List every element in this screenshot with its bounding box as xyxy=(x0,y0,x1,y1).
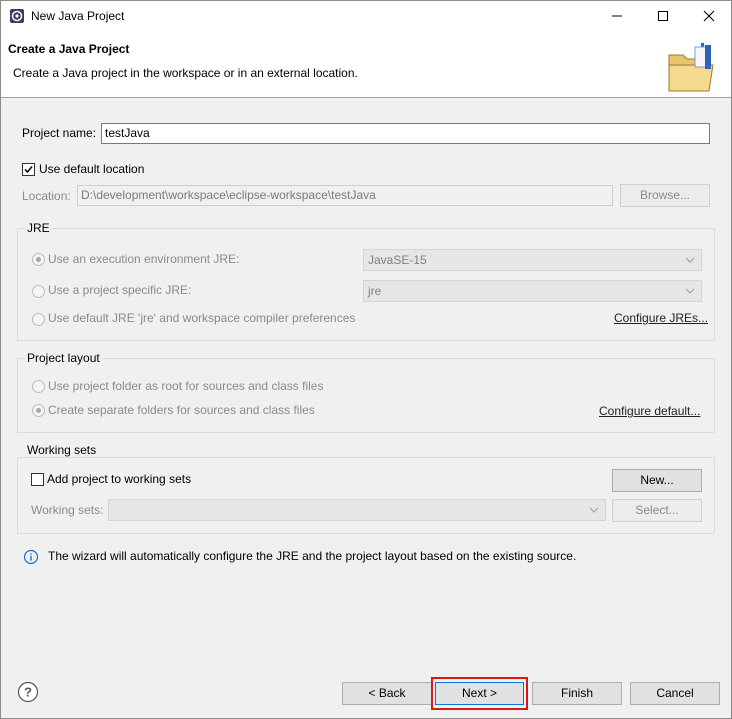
new-working-set-button[interactable]: New... xyxy=(612,469,702,492)
specific-jre-value: jre xyxy=(368,284,382,298)
add-to-working-sets-label: Add project to working sets xyxy=(47,472,192,486)
wizard-description: Create a Java project in the workspace o… xyxy=(13,66,358,80)
use-default-location-label: Use default location xyxy=(39,162,145,176)
specific-jre-select[interactable]: jre xyxy=(363,280,702,302)
new-java-project-window: New Java Project Create a Java Project C… xyxy=(0,0,732,719)
finish-button[interactable]: Finish xyxy=(532,682,622,705)
use-default-location-checkbox[interactable] xyxy=(22,163,35,176)
default-jre-label: Use default JRE 'jre' and workspace comp… xyxy=(48,311,356,325)
minimize-button[interactable] xyxy=(594,1,640,31)
browse-button[interactable]: Browse... xyxy=(620,184,710,207)
specific-jre-label: Use a project specific JRE: xyxy=(48,283,192,297)
project-layout-group xyxy=(17,358,715,433)
separate-folders-label: Create separate folders for sources and … xyxy=(48,403,315,417)
default-jre-radio[interactable] xyxy=(32,313,45,326)
wizard-title: Create a Java Project xyxy=(8,42,130,56)
java-project-folder-icon xyxy=(668,43,714,92)
working-sets-label: Working sets: xyxy=(31,503,104,517)
exec-env-value: JavaSE-15 xyxy=(368,253,427,267)
add-to-working-sets-checkbox[interactable] xyxy=(31,473,44,486)
close-button[interactable] xyxy=(686,1,731,31)
select-working-set-button[interactable]: Select... xyxy=(612,499,702,522)
root-folder-radio[interactable] xyxy=(32,380,45,393)
exec-env-jre-label: Use an execution environment JRE: xyxy=(48,252,240,266)
window-title: New Java Project xyxy=(31,9,125,23)
separate-folders-radio[interactable] xyxy=(32,404,45,417)
maximize-icon xyxy=(658,11,668,21)
chevron-down-icon xyxy=(589,507,599,513)
eclipse-app-icon xyxy=(10,9,24,23)
location-input[interactable]: D:\development\workspace\eclipse-workspa… xyxy=(77,185,613,206)
title-bar: New Java Project xyxy=(1,1,731,31)
next-button[interactable]: Next > xyxy=(435,682,524,705)
configure-jres-link[interactable]: Configure JREs... xyxy=(614,311,708,325)
project-name-input[interactable]: testJava xyxy=(101,123,710,144)
location-label: Location: xyxy=(22,189,71,203)
wizard-header: Create a Java Project Create a Java proj… xyxy=(1,31,731,98)
back-button[interactable]: < Back xyxy=(342,682,432,705)
configure-default-link[interactable]: Configure default... xyxy=(599,404,700,418)
cancel-button[interactable]: Cancel xyxy=(630,682,720,705)
specific-jre-radio[interactable] xyxy=(32,285,45,298)
root-folder-label: Use project folder as root for sources a… xyxy=(48,379,324,393)
jre-group-title: JRE xyxy=(25,221,52,235)
checkmark-icon xyxy=(24,166,33,174)
minimize-icon xyxy=(612,15,622,17)
maximize-button[interactable] xyxy=(640,1,686,31)
info-icon xyxy=(23,549,39,565)
help-icon[interactable]: ? xyxy=(17,681,39,703)
chevron-down-icon xyxy=(685,257,695,263)
chevron-down-icon xyxy=(685,288,695,294)
svg-text:?: ? xyxy=(24,685,32,700)
working-sets-select[interactable] xyxy=(108,499,606,521)
project-layout-group-title: Project layout xyxy=(25,351,102,365)
close-icon xyxy=(703,10,715,22)
exec-env-jre-radio[interactable] xyxy=(32,253,45,266)
working-sets-group-title: Working sets xyxy=(25,443,99,457)
project-name-label: Project name: xyxy=(22,126,97,140)
info-message: The wizard will automatically configure … xyxy=(48,549,577,563)
working-sets-group xyxy=(17,457,715,534)
exec-env-select[interactable]: JavaSE-15 xyxy=(363,249,702,271)
